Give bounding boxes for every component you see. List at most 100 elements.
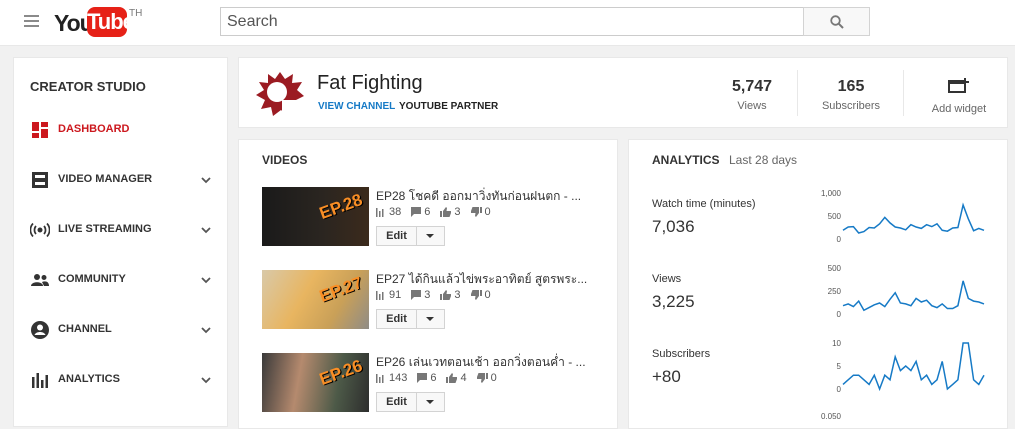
views-stat: 5,747 Views: [724, 78, 780, 112]
thumbs-down-icon: [476, 373, 488, 383]
sparkline-series: [842, 342, 985, 392]
video-stats: 38 6 3 0: [376, 206, 491, 218]
video-thumbnail[interactable]: EP.26: [262, 353, 369, 412]
search-button[interactable]: [803, 7, 870, 36]
video-stats: 91 3 3 0: [376, 289, 491, 301]
edit-control: Edit: [376, 392, 445, 412]
sidebar-item-community[interactable]: COMMUNITY: [14, 260, 229, 300]
thumbnail-text: EP.28: [316, 190, 365, 224]
sidebar-item-dashboard[interactable]: DASHBOARD: [14, 110, 229, 150]
video-views: 38: [389, 206, 402, 218]
chevron-down-icon[interactable]: [200, 274, 212, 286]
sparkline-series: [842, 202, 985, 234]
video-title[interactable]: EP27 ได้กินแล้วไข่พระอาทิตย์ สูตรพระ...: [376, 270, 587, 289]
edit-control: Edit: [376, 309, 445, 329]
chevron-down-icon[interactable]: [200, 224, 212, 236]
analytics-card: ANALYTICS Last 28 days Watch time (minut…: [628, 139, 1008, 429]
thumbnail-text: EP.27: [316, 273, 365, 307]
thumbnail-text: EP.26: [316, 356, 365, 390]
sidebar-item-label: CHANNEL: [58, 323, 112, 335]
views-bars-icon: [376, 291, 384, 300]
live-streaming-icon: [30, 222, 50, 238]
chevron-down-icon[interactable]: [200, 174, 212, 186]
chevron-down-icon[interactable]: [200, 374, 212, 386]
video-manager-icon: [32, 172, 48, 188]
metric-watch-time: Watch time (minutes) 7,036: [652, 198, 756, 237]
sidebar-item-analytics[interactable]: ANALYTICS: [14, 360, 229, 400]
analytics-icon: [32, 373, 48, 388]
divider: [797, 70, 798, 116]
thumbs-down-icon: [470, 207, 482, 217]
sidebar-item-label: DASHBOARD: [58, 123, 130, 135]
search-icon: [830, 15, 844, 29]
axis-tick-label: 10: [832, 339, 841, 348]
metric-value: 7,036: [652, 217, 695, 236]
edit-button[interactable]: Edit: [377, 310, 417, 328]
add-widget-button[interactable]: Add widget: [919, 78, 999, 115]
top-bar: You Tube TH Search: [0, 0, 1015, 46]
video-title[interactable]: EP26 เล่นเวทตอนเช้า ออกวิ่งตอนค่ำ - ...: [376, 353, 586, 372]
video-views: 143: [389, 372, 408, 384]
sidebar-item-channel[interactable]: CHANNEL: [14, 310, 229, 350]
video-title[interactable]: EP28 โชคดี ออกมาวิ่งทันก่อนฝนตก - ...: [376, 187, 581, 206]
channel-avatar[interactable]: [255, 70, 305, 118]
subscribers-sparkline[interactable]: 10 5 0: [819, 337, 989, 397]
views-sparkline[interactable]: 500 250 0: [819, 262, 989, 322]
sidebar: CREATOR STUDIO DASHBOARD VIDEO MANAGER L…: [13, 57, 228, 427]
videos-card: VIDEOS EP.28 EP28 โชคดี ออกมาวิ่งทันก่อน…: [238, 139, 618, 429]
analytics-title: ANALYTICS: [652, 153, 720, 167]
video-dislikes: 0: [484, 289, 491, 301]
views-label: Views: [737, 100, 767, 112]
metric-label: Views: [652, 273, 682, 285]
video-row: EP.27 EP27 ได้กินแล้วไข่พระอาทิตย์ สูตรพ…: [262, 270, 612, 340]
add-widget-label: Add widget: [931, 103, 987, 115]
thumbs-up-icon: [440, 290, 452, 300]
sidebar-item-label: LIVE STREAMING: [58, 223, 152, 235]
sidebar-item-video-manager[interactable]: VIDEO MANAGER: [14, 160, 229, 200]
axis-tick-label: 500: [828, 212, 842, 221]
metric-views: Views 3,225: [652, 273, 695, 312]
video-likes: 3: [454, 289, 461, 301]
edit-dropdown-button[interactable]: [417, 310, 444, 328]
dashboard-icon: [32, 122, 48, 138]
metric-value: 3,225: [652, 292, 695, 311]
video-thumbnail[interactable]: EP.27: [262, 270, 369, 329]
videos-title: VIDEOS: [262, 153, 308, 167]
logo-tube-text: Tube: [87, 7, 135, 37]
video-thumbnail[interactable]: EP.28: [262, 187, 369, 246]
channel-header: Fat Fighting VIEW CHANNEL YOUTUBE PARTNE…: [238, 57, 1008, 128]
axis-tick-label: 250: [828, 287, 842, 296]
watch-time-sparkline[interactable]: 1,000 500 0: [819, 187, 989, 247]
views-bars-icon: [376, 208, 384, 217]
sidebar-item-label: VIDEO MANAGER: [58, 173, 153, 185]
divider: [903, 70, 904, 116]
menu-icon[interactable]: [24, 15, 39, 29]
comment-icon: [411, 207, 422, 217]
thumbs-down-icon: [470, 290, 482, 300]
search-input[interactable]: Search: [220, 7, 804, 36]
chevron-down-icon[interactable]: [200, 324, 212, 336]
community-icon: [31, 274, 49, 286]
thumbs-up-icon: [440, 207, 452, 217]
view-channel-link[interactable]: VIEW CHANNEL: [318, 101, 395, 112]
comment-icon: [411, 290, 422, 300]
edit-button[interactable]: Edit: [377, 393, 417, 411]
edit-dropdown-button[interactable]: [417, 393, 444, 411]
subscribers-stat: 165 Subscribers: [815, 78, 887, 112]
axis-tick-label: 5: [837, 362, 842, 371]
sidebar-item-live-streaming[interactable]: LIVE STREAMING: [14, 210, 229, 250]
partner-badge: YOUTUBE PARTNER: [399, 101, 499, 112]
sidebar-title: CREATOR STUDIO: [30, 79, 146, 94]
thumbs-up-icon: [446, 373, 458, 383]
video-views: 91: [389, 289, 402, 301]
subscribers-label: Subscribers: [821, 100, 881, 112]
views-count: 5,747: [731, 78, 773, 95]
views-bars-icon: [376, 374, 384, 383]
edit-dropdown-button[interactable]: [417, 227, 444, 245]
metric-label: Subscribers: [652, 348, 711, 360]
video-dislikes: 0: [484, 206, 491, 218]
video-comments: 3: [424, 289, 431, 301]
edit-button[interactable]: Edit: [377, 227, 417, 245]
analytics-range: Last 28 days: [729, 153, 798, 167]
video-likes: 3: [454, 206, 461, 218]
